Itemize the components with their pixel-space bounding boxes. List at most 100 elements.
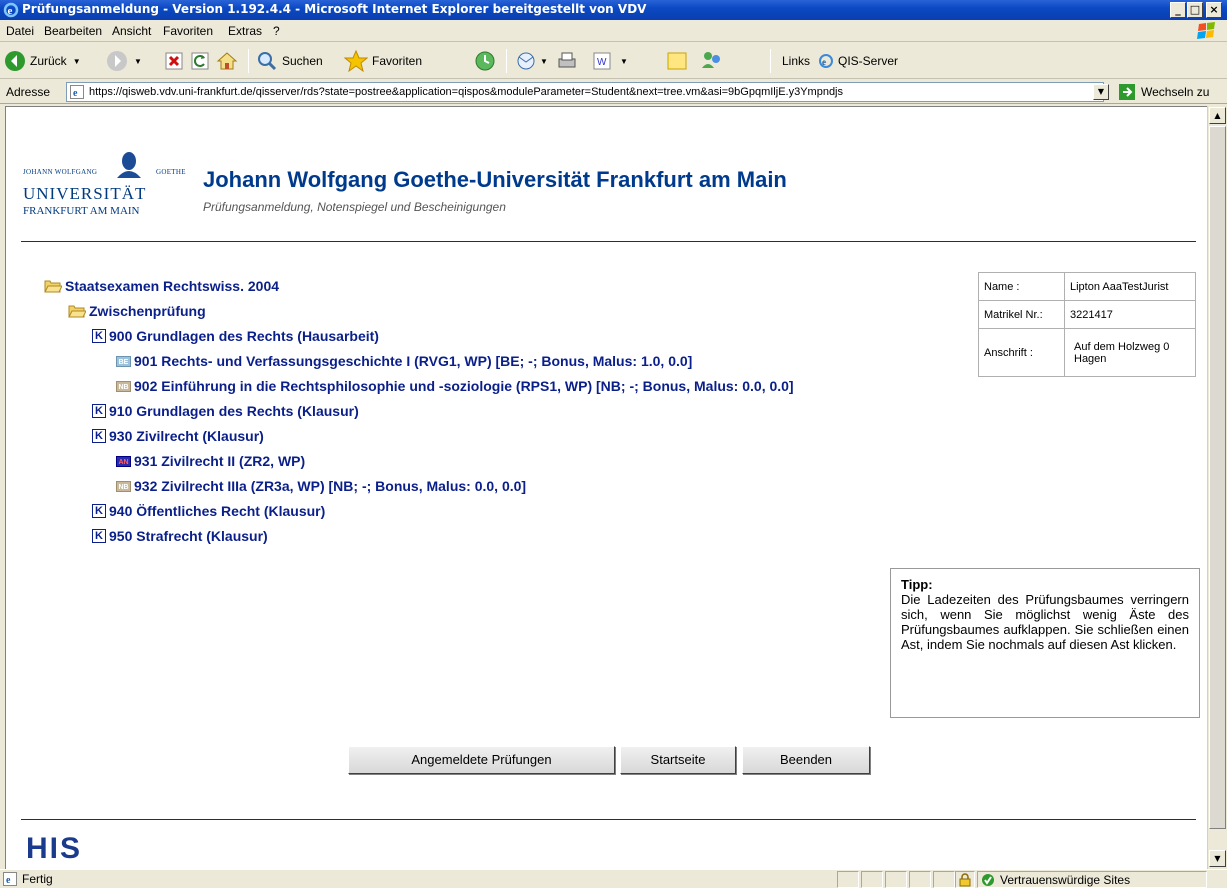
tree-item-950[interactable]: K 950 Strafrecht (Klausur) <box>92 528 268 544</box>
tree-item-label: 901 Rechts- und Verfassungsgeschichte I … <box>134 353 693 369</box>
toolbar: Zurück ▼ ▼ Suchen Favoriten ▼ W ▼ Links … <box>0 43 1227 79</box>
logo-text-city: FRANKFURT AM MAIN <box>23 205 140 217</box>
page-content: JOHANN WOLFGANG GOETHE UNIVERSITÄT FRANK… <box>5 106 1207 869</box>
back-button[interactable]: Zurück ▼ <box>4 48 81 74</box>
table-row: Name : Lipton AaaTestJurist <box>978 272 1196 301</box>
address-url: https://qisweb.vdv.uni-frankfurt.de/qiss… <box>89 86 843 98</box>
logo-text-right: GOETHE <box>156 168 186 176</box>
refresh-button[interactable] <box>190 48 210 74</box>
tree-item-902[interactable]: NB 902 Einführung in die Rechtsphilosoph… <box>116 378 794 394</box>
browser-window: e Prüfungsanmeldung - Version 1.192.4.4 … <box>0 0 1227 888</box>
tree-item-label: 900 Grundlagen des Rechts (Hausarbeit) <box>109 328 379 344</box>
status-text: Fertig <box>22 872 53 886</box>
discuss-button[interactable] <box>666 48 688 74</box>
university-logo: JOHANN WOLFGANG GOETHE UNIVERSITÄT FRANK… <box>21 150 197 230</box>
tree-item-932[interactable]: NB 932 Zivilrecht IIIa (ZR3a, WP) [NB; -… <box>116 478 526 494</box>
open-folder-icon <box>68 305 86 318</box>
k-exam-icon: K <box>92 329 106 343</box>
status-cell <box>909 871 931 888</box>
menu-extras[interactable]: Extras <box>228 24 262 38</box>
matrikel-value: 3221417 <box>1064 300 1196 329</box>
svg-text:W: W <box>597 57 607 68</box>
maximize-button[interactable]: □ <box>1187 2 1203 18</box>
tree-item-900[interactable]: K 900 Grundlagen des Rechts (Hausarbeit) <box>92 328 379 344</box>
address-field[interactable]: e https://qisweb.vdv.uni-frankfurt.de/qi… <box>66 82 1104 102</box>
toolbar-separator <box>770 49 771 73</box>
quit-button[interactable]: Beenden <box>742 746 870 774</box>
address-value: Auf dem Holzweg 0 Hagen <box>1064 328 1196 377</box>
home-page-button[interactable]: Startseite <box>620 746 736 774</box>
search-button[interactable]: Suchen <box>256 48 323 74</box>
title-bar: e Prüfungsanmeldung - Version 1.192.4.4 … <box>0 0 1227 20</box>
search-label: Suchen <box>282 54 323 68</box>
address-dropdown-button[interactable]: ▼ <box>1093 84 1109 100</box>
tree-item-label: 902 Einführung in die Rechtsphilosophie … <box>134 378 794 394</box>
k-exam-icon: K <box>92 504 106 518</box>
windows-logo-icon <box>1197 22 1215 39</box>
address-line-2: Hagen <box>1074 352 1107 365</box>
note-icon <box>667 52 687 70</box>
tree-item-901[interactable]: BE 901 Rechts- und Verfassungsgeschichte… <box>116 353 692 369</box>
go-arrow-icon <box>1119 84 1135 100</box>
status-cell <box>861 871 883 888</box>
mail-dropdown-icon[interactable]: ▼ <box>540 57 548 66</box>
status-cell <box>885 871 907 888</box>
tree-item-940[interactable]: K 940 Öffentliches Recht (Klausur) <box>92 503 325 519</box>
address-line-1: Auf dem Holzweg 0 <box>1074 340 1170 353</box>
qis-server-link[interactable]: e QIS-Server <box>818 48 898 74</box>
links-label[interactable]: Links <box>782 48 810 74</box>
lock-icon <box>959 873 971 887</box>
tree-item-staatsexamen[interactable]: Staatsexamen Rechtswiss. 2004 <box>44 278 279 294</box>
forward-dropdown-icon[interactable]: ▼ <box>134 57 142 66</box>
tree-item-label: 932 Zivilrecht IIIa (ZR3a, WP) [NB; -; B… <box>134 478 527 494</box>
logo-text-left: JOHANN WOLFGANG <box>23 168 98 176</box>
back-arrow-icon <box>5 51 25 71</box>
stop-button[interactable] <box>164 48 184 74</box>
messenger-icon <box>702 52 720 68</box>
vertical-scrollbar[interactable]: ▲ ▼ <box>1207 106 1227 869</box>
tree-item-910[interactable]: K 910 Grundlagen des Rechts (Klausur) <box>92 403 359 419</box>
security-zone-label: Vertrauenswürdige Sites <box>1000 873 1131 887</box>
student-info-table: Name : Lipton AaaTestJurist Matrikel Nr.… <box>978 272 1196 377</box>
address-label-cell: Anschrift : <box>978 328 1065 377</box>
edit-dropdown-icon[interactable]: ▼ <box>620 57 628 66</box>
tree-item-930[interactable]: K 930 Zivilrecht (Klausur) <box>92 428 264 444</box>
scroll-up-button[interactable]: ▲ <box>1209 107 1226 124</box>
registered-exams-button[interactable]: Angemeldete Prüfungen <box>348 746 615 774</box>
tree-item-931[interactable]: AN 931 Zivilrecht II (ZR2, WP) <box>116 453 305 469</box>
go-button[interactable]: Wechseln zu <box>1118 83 1209 101</box>
menu-datei[interactable]: Datei <box>6 24 34 38</box>
name-value: Lipton AaaTestJurist <box>1064 272 1196 301</box>
menu-bearbeiten[interactable]: Bearbeiten <box>44 24 102 38</box>
word-edit-icon: W <box>593 52 611 70</box>
print-icon <box>558 52 576 68</box>
print-button[interactable] <box>556 48 578 74</box>
messenger-button[interactable] <box>700 48 724 74</box>
history-button[interactable] <box>474 48 496 74</box>
edit-button[interactable]: W ▼ <box>592 48 628 74</box>
menu-favoriten[interactable]: Favoriten <box>163 24 213 38</box>
tip-text: Die Ladezeiten des Prüfungsbaumes verrin… <box>901 592 1189 652</box>
home-button[interactable] <box>216 48 238 74</box>
security-zone-cell[interactable]: Vertrauenswürdige Sites <box>977 871 1207 888</box>
favorites-label: Favoriten <box>372 54 423 68</box>
minimize-button[interactable]: _ <box>1170 2 1186 18</box>
scroll-thumb[interactable] <box>1209 126 1226 829</box>
favorites-star-icon <box>344 50 368 72</box>
close-button[interactable]: × <box>1206 2 1222 18</box>
ssl-lock-cell[interactable] <box>955 871 975 888</box>
back-dropdown-icon[interactable]: ▼ <box>73 57 81 66</box>
favorites-button[interactable]: Favoriten <box>344 48 422 74</box>
table-row: Anschrift : Auf dem Holzweg 0 Hagen <box>978 328 1196 377</box>
menu-help[interactable]: ? <box>273 24 280 38</box>
menu-ansicht[interactable]: Ansicht <box>112 24 151 38</box>
page-icon: e <box>70 85 84 99</box>
tree-item-zwischenpruefung[interactable]: Zwischenprüfung <box>68 303 206 319</box>
mail-icon <box>517 52 535 70</box>
scroll-down-button[interactable]: ▼ <box>1209 850 1226 867</box>
open-folder-icon <box>44 280 62 293</box>
svg-text:e: e <box>6 875 11 886</box>
forward-button[interactable]: ▼ <box>106 48 142 74</box>
tree-item-label: 910 Grundlagen des Rechts (Klausur) <box>109 403 359 419</box>
mail-button[interactable]: ▼ <box>514 48 548 74</box>
